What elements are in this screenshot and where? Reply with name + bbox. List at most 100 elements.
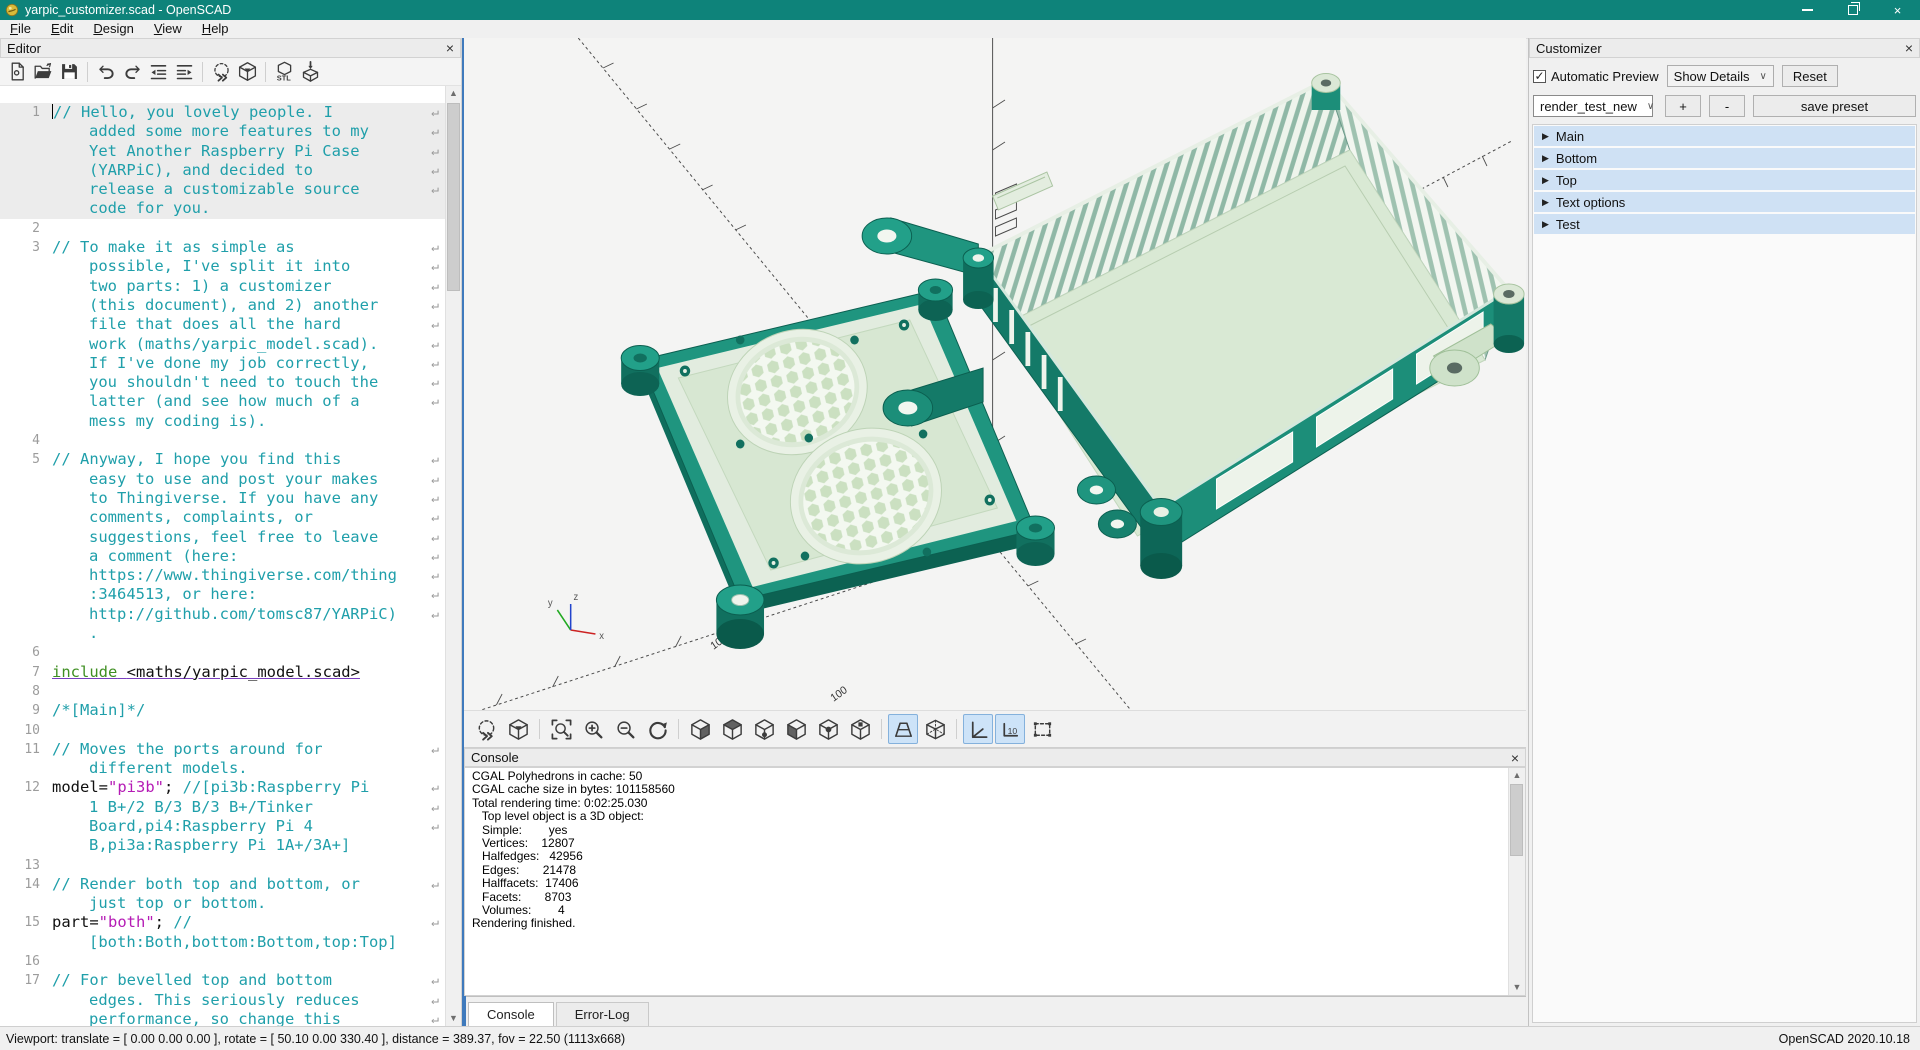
preset-dropdown[interactable]: render_test_new ∨ xyxy=(1533,95,1653,117)
code-row[interactable]: 16 xyxy=(0,952,445,971)
view-front-button[interactable] xyxy=(813,714,843,744)
section-bottom[interactable]: ▶Bottom xyxy=(1534,148,1915,168)
reset-view-button[interactable] xyxy=(642,714,672,744)
menu-design[interactable]: Design xyxy=(83,20,143,38)
code-row[interactable]: release a customizable source↵ xyxy=(0,180,445,199)
code-editor[interactable]: 1// Hello, you lovely people. I↵added so… xyxy=(0,86,445,1026)
code-row[interactable]: you shouldn't need to touch the↵ xyxy=(0,373,445,392)
open-file-button[interactable] xyxy=(31,60,55,84)
code-row[interactable]: 3// To make it as simple as↵ xyxy=(0,238,445,257)
section-test[interactable]: ▶Test xyxy=(1534,214,1915,234)
scroll-up-icon[interactable]: ▲ xyxy=(446,86,461,101)
code-row[interactable]: different models. xyxy=(0,759,445,778)
new-file-button[interactable] xyxy=(5,60,29,84)
code-row[interactable]: Yet Another Raspberry Pi Case↵ xyxy=(0,142,445,161)
code-row[interactable]: 7include <maths/yarpic_model.scad> xyxy=(0,663,445,682)
code-row[interactable]: easy to use and post your makes↵ xyxy=(0,470,445,489)
console-scrollbar[interactable]: ▲ ▼ xyxy=(1508,768,1525,995)
code-row[interactable]: 15part="both"; //↵ xyxy=(0,913,445,932)
console-scroll-thumb[interactable] xyxy=(1510,784,1523,856)
code-row[interactable]: a comment (here:↵ xyxy=(0,547,445,566)
code-row[interactable]: Board,pi4:Raspberry Pi 4↵ xyxy=(0,817,445,836)
code-row[interactable]: edges. This seriously reduces↵ xyxy=(0,991,445,1010)
tab-console[interactable]: Console xyxy=(468,1002,554,1026)
code-row[interactable]: 4 xyxy=(0,431,445,450)
view-top-button[interactable] xyxy=(717,714,747,744)
view-left-button[interactable] xyxy=(781,714,811,744)
code-row[interactable]: B,pi3a:Raspberry Pi 1A+/3A+] xyxy=(0,836,445,855)
automatic-preview-checkbox[interactable]: ✓ xyxy=(1533,70,1546,83)
menu-view[interactable]: View xyxy=(144,20,192,38)
scroll-down-icon[interactable]: ▼ xyxy=(446,1011,461,1026)
code-row[interactable]: suggestions, feel free to leave↵ xyxy=(0,528,445,547)
code-row[interactable]: added some more features to my↵ xyxy=(0,122,445,141)
code-row[interactable]: 14// Render both top and bottom, or↵ xyxy=(0,875,445,894)
code-row[interactable]: two parts: 1) a customizer↵ xyxy=(0,277,445,296)
console-output[interactable]: CGAL Polyhedrons in cache: 50CGAL cache … xyxy=(465,770,1508,995)
view-bottom-button[interactable] xyxy=(749,714,779,744)
minimize-button[interactable] xyxy=(1785,0,1830,20)
add-preset-button[interactable]: + xyxy=(1665,95,1701,117)
code-row[interactable]: just top or bottom. xyxy=(0,894,445,913)
code-row[interactable]: 11// Moves the ports around for↵ xyxy=(0,740,445,759)
details-dropdown[interactable]: Show Details ∨ xyxy=(1667,65,1774,87)
code-row[interactable]: to Thingiverse. If you have any↵ xyxy=(0,489,445,508)
code-row[interactable]: 9/*[Main]*/ xyxy=(0,701,445,720)
render-button[interactable] xyxy=(503,714,533,744)
code-row[interactable]: file that does all the hard↵ xyxy=(0,315,445,334)
redo-button[interactable] xyxy=(120,60,144,84)
editor-close-icon[interactable]: × xyxy=(446,41,454,55)
code-row[interactable]: 6 xyxy=(0,643,445,662)
orthographic-button[interactable] xyxy=(920,714,950,744)
code-row[interactable]: performance, so change this↵ xyxy=(0,1010,445,1026)
view-all-button[interactable] xyxy=(1027,714,1057,744)
code-row[interactable]: work (maths/yarpic_model.scad).↵ xyxy=(0,335,445,354)
indent-button[interactable] xyxy=(172,60,196,84)
code-row[interactable]: :3464513, or here:↵ xyxy=(0,585,445,604)
export-stl-button[interactable] xyxy=(272,60,296,84)
zoom-all-button[interactable] xyxy=(546,714,576,744)
code-row[interactable]: http://github.com/tomsc87/YARPiC)↵ xyxy=(0,605,445,624)
code-row[interactable]: If I've done my job correctly,↵ xyxy=(0,354,445,373)
undo-button[interactable] xyxy=(94,60,118,84)
code-row[interactable]: 1// Hello, you lovely people. I↵ xyxy=(0,103,445,122)
code-row[interactable]: 17// For bevelled top and bottom↵ xyxy=(0,971,445,990)
remove-preset-button[interactable]: - xyxy=(1709,95,1745,117)
tab-error-log[interactable]: Error-Log xyxy=(556,1002,649,1026)
close-button[interactable]: × xyxy=(1875,0,1920,20)
show-scale-markers-button[interactable] xyxy=(995,714,1025,744)
section-text-options[interactable]: ▶Text options xyxy=(1534,192,1915,212)
view-right-button[interactable] xyxy=(685,714,715,744)
preview-button[interactable] xyxy=(209,60,233,84)
3d-viewport[interactable]: 100 100 xyxy=(464,38,1526,710)
render-button[interactable] xyxy=(235,60,259,84)
code-row[interactable]: https://www.thingiverse.com/thing↵ xyxy=(0,566,445,585)
code-row[interactable]: 5// Anyway, I hope you find this↵ xyxy=(0,450,445,469)
view-back-button[interactable] xyxy=(845,714,875,744)
section-top[interactable]: ▶Top xyxy=(1534,170,1915,190)
menu-help[interactable]: Help xyxy=(192,20,239,38)
save-preset-button[interactable]: save preset xyxy=(1753,95,1916,117)
code-row[interactable]: 2 xyxy=(0,219,445,238)
zoom-in-button[interactable] xyxy=(578,714,608,744)
code-row[interactable]: possible, I've split it into↵ xyxy=(0,257,445,276)
code-row[interactable]: comments, complaints, or↵ xyxy=(0,508,445,527)
scroll-up-icon[interactable]: ▲ xyxy=(1509,768,1525,783)
menu-edit[interactable]: Edit xyxy=(41,20,83,38)
reset-button[interactable]: Reset xyxy=(1782,65,1838,87)
unindent-button[interactable] xyxy=(146,60,170,84)
zoom-out-button[interactable] xyxy=(610,714,640,744)
code-row[interactable]: [both:Both,bottom:Bottom,top:Top] xyxy=(0,933,445,952)
scroll-down-icon[interactable]: ▼ xyxy=(1509,980,1525,995)
code-row[interactable]: . xyxy=(0,624,445,643)
code-row[interactable]: 10 xyxy=(0,721,445,740)
code-row[interactable]: 1 B+/2 B/3 B/3 B+/Tinker↵ xyxy=(0,798,445,817)
console-close-icon[interactable]: × xyxy=(1511,751,1519,765)
code-row[interactable]: 12model="pi3b"; //[pi3b:Raspberry Pi↵ xyxy=(0,778,445,797)
save-button[interactable] xyxy=(57,60,81,84)
code-row[interactable]: 8 xyxy=(0,682,445,701)
code-row[interactable]: mess my coding is). xyxy=(0,412,445,431)
print-3d-button[interactable] xyxy=(298,60,322,84)
title-bar[interactable]: yarpic_customizer.scad - OpenSCAD × xyxy=(0,0,1920,20)
code-row[interactable]: (YARPiC), and decided to↵ xyxy=(0,161,445,180)
